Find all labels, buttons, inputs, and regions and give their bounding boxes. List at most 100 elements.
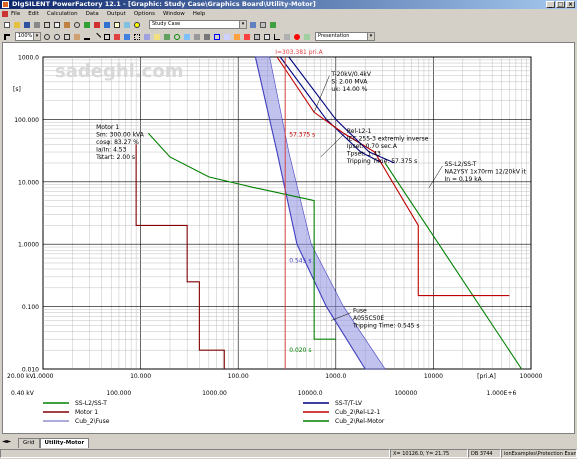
graphic-icon[interactable] [122,20,131,29]
zoom-in-icon[interactable] [42,32,51,41]
close-button[interactable]: × [566,1,575,8]
tab-scroll-arrows[interactable]: ◄► [2,438,11,445]
zoom-select[interactable]: 100% ▾ [15,32,41,41]
point-label: 0.020 s [289,347,311,354]
short-circuit-icon[interactable] [92,20,101,29]
layer-icon[interactable] [122,32,131,41]
zoom-value: 100% [18,33,33,39]
load-flow-icon[interactable] [82,20,91,29]
overlay-icon[interactable] [302,32,311,41]
copy-icon[interactable] [52,20,61,29]
menu-output[interactable]: Output [107,11,126,17]
toolbar-main: Study Case ▾ [0,19,277,30]
paste-icon[interactable] [62,20,71,29]
grid-icon[interactable] [132,32,141,41]
delete-icon[interactable] [242,32,251,41]
annotation-1-line: Rel-L2-1 [347,128,372,135]
cut-icon[interactable] [42,20,51,29]
legend-label-5: Cub_2\Rel-Motor [335,418,385,425]
help-icon[interactable] [132,20,141,29]
annotation-3-line: SS-L2/SS-T [445,161,477,168]
plot-area[interactable]: 1000.0 100.000 10.000 1.0000 0.100 0.010 [s] 1.… [2,42,575,434]
text-tool-icon[interactable] [82,32,91,41]
zoom-out-icon[interactable] [52,32,61,41]
plot-icon[interactable] [222,32,231,41]
scale-icon[interactable] [282,32,291,41]
legend-label-2: Motor 1 [75,409,98,416]
refresh-icon[interactable] [172,32,181,41]
presentation-value: Presentation [318,33,350,39]
y-axis-unit: [s] [13,86,21,93]
zoom-all-icon[interactable] [62,32,71,41]
print-icon[interactable] [32,20,41,29]
status-coordinates: X= 10126.0, Y= 21.75 [390,449,468,458]
case-edit-icon[interactable] [258,20,267,29]
properties-icon[interactable] [252,32,261,41]
y-tick-label: 1000.0 [18,55,39,62]
time-overcurrent-chart[interactable]: 1000.0100.00010.0001.00000.1000.010[s]1.… [3,43,574,433]
freeze-icon[interactable] [182,32,191,41]
status-db: DB 3744 [468,449,501,458]
pan-icon[interactable] [72,32,81,41]
status-bar: X= 10126.0, Y= 21.75 DB 3744 ionExamples… [0,449,577,459]
y-tick-label: 10.000 [18,179,39,186]
menu-data[interactable]: Data [86,11,99,17]
color-icon[interactable] [112,32,121,41]
legend-label-4: Cub_2\Fuse [75,418,110,425]
tab-utility-motor[interactable]: Utility-Motor [39,438,90,448]
snap-icon[interactable] [212,32,221,41]
point-label: 57.375 s [289,131,315,138]
tab-grid[interactable]: Grid [18,438,40,448]
study-case-select[interactable]: Study Case ▾ [149,20,247,29]
annotation-3-line: NA2YSY 1x70rm 12/20kV it [445,168,527,175]
case-settings-icon[interactable] [248,20,257,29]
x-tick-label: 1000.0 [325,373,346,380]
axis-icon[interactable] [272,32,281,41]
menu-options[interactable]: Options [134,11,155,17]
curve-icon[interactable] [142,32,151,41]
maximize-button[interactable]: □ [556,1,565,8]
menu-window[interactable]: Window [163,11,185,17]
annotation-2-line: Motor 1 [96,124,119,131]
label-icon[interactable] [152,32,161,41]
annotation-0-line: uk: 14.00 % [331,86,367,93]
menu-calculation[interactable]: Calculation [47,11,78,17]
chart-icon[interactable] [102,20,111,29]
line-tool-icon[interactable] [92,32,101,41]
print-graphic-icon[interactable] [202,32,211,41]
x-axis-voltage: 20.00 kV [7,373,35,380]
chevron-down-icon[interactable]: ▾ [367,33,374,40]
minimize-button[interactable]: _ [546,1,555,8]
chart-legend: SS-L2/SS-T SS-T/T-LV Motor 1 Cub_2\Rel-L2-1… [43,400,385,425]
x-tick-label: 10000 [424,373,443,380]
menu-file[interactable]: File [11,11,20,17]
status-empty [0,449,390,458]
annotation-2-line: cosφ: 83.27 % [96,139,139,146]
x-secondary-tick-label: 1000.00 [202,390,227,397]
rect-tool-icon[interactable] [102,32,111,41]
new-icon[interactable] [2,20,11,29]
marker-icon[interactable] [292,32,301,41]
tab-bar: ◄► Grid Utility-Motor [0,436,577,448]
undo-icon[interactable] [72,20,81,29]
chevron-down-icon[interactable]: ▾ [33,33,40,40]
pointer-icon[interactable] [2,32,11,41]
menu-help[interactable]: Help [193,11,206,17]
study-case-value: Study Case [152,21,181,27]
x-axis-unit: [pri.A] [477,373,496,380]
table-icon[interactable] [112,20,121,29]
options-icon[interactable] [192,32,201,41]
open-icon[interactable] [12,20,21,29]
menu-edit[interactable]: Edit [28,11,39,17]
save-icon[interactable] [22,20,31,29]
case-toggle-icon[interactable] [268,20,277,29]
window-title: DIgSILENT PowerFactory 12.1 - [Graphic: … [12,0,316,8]
y-tick-label: 1.0000 [18,242,39,249]
chevron-down-icon[interactable]: ▾ [239,21,246,28]
legend-label-0: SS-L2/SS-T [75,400,107,407]
insert-icon[interactable] [232,32,241,41]
export-icon[interactable] [162,32,171,41]
presentation-select[interactable]: Presentation ▾ [315,32,375,41]
annotation-0-line: T-20kV/0.4kV [330,71,372,78]
legend-icon[interactable] [262,32,271,41]
